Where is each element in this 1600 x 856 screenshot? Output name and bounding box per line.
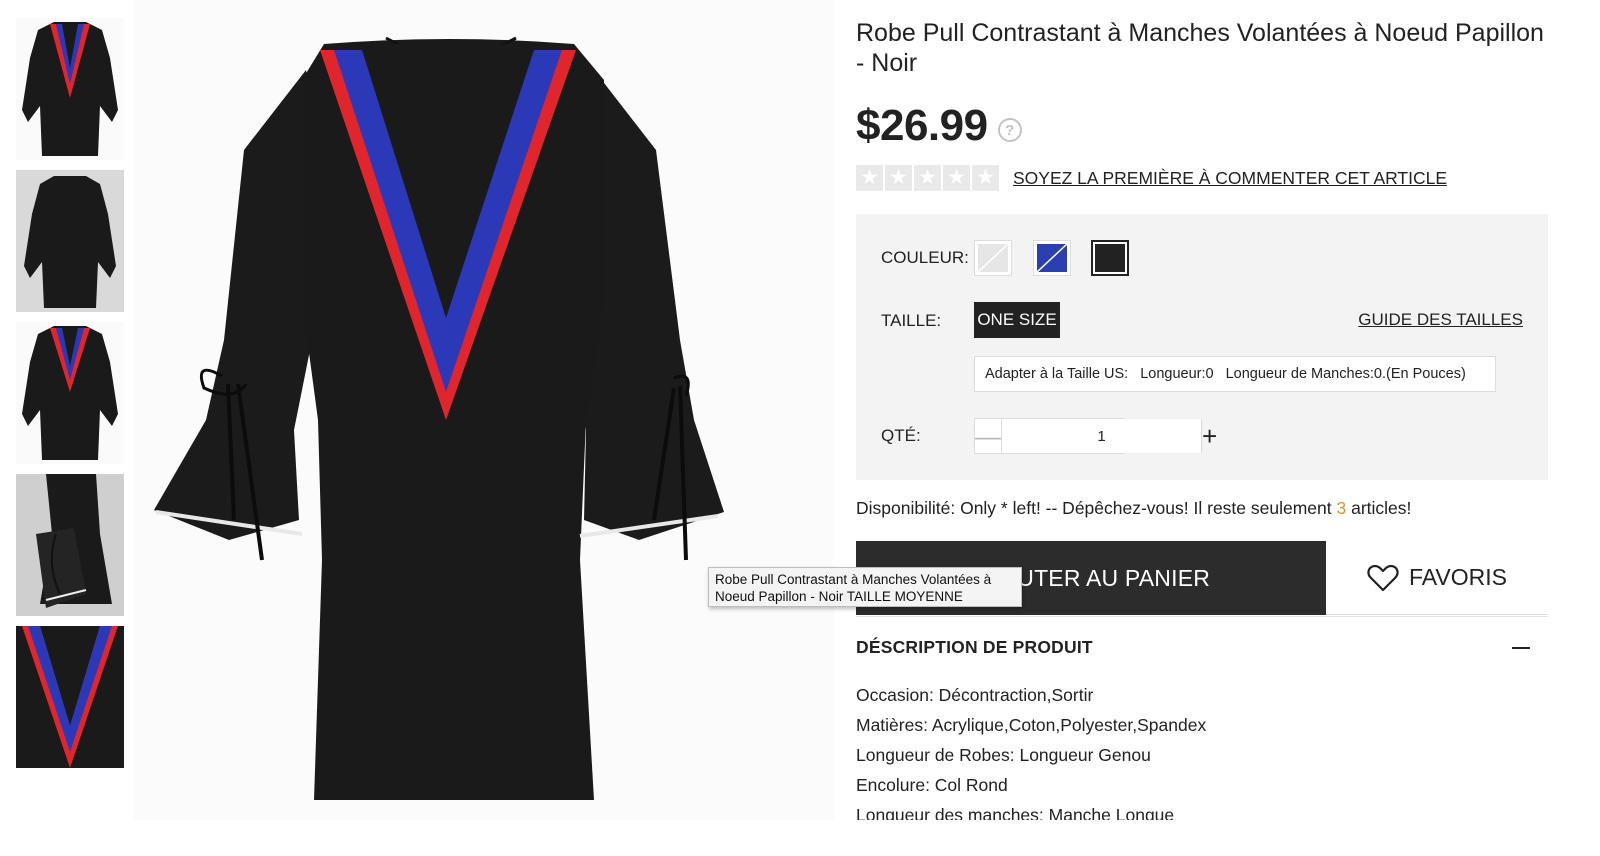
quantity-increase-button[interactable]: +: [1201, 419, 1217, 453]
write-review-link[interactable]: SOYEZ LA PREMIÈRE À COMMENTER CET ARTICL…: [1013, 168, 1447, 189]
main-product-image[interactable]: [134, 0, 834, 820]
tooltip-line-2: Noeud Papillon - Noir TAILLE MOYENNE: [715, 589, 963, 604]
description-title: DÉSCRIPTION DE PRODUIT: [856, 637, 1093, 657]
star-icon: ★: [943, 165, 970, 191]
color-label: COULEUR:: [881, 248, 969, 267]
quantity-label: QTÉ:: [881, 426, 921, 445]
color-swatch-light-grey[interactable]: [974, 240, 1012, 276]
heart-icon: [1367, 564, 1399, 591]
dress-front-thumb-image: [22, 22, 118, 156]
favorites-button[interactable]: FAVORIS: [1326, 541, 1548, 615]
availability-prefix: Disponibilité: Only * left! -- Dépêchez-…: [856, 498, 1337, 518]
dress-front-alt-thumb-image: [22, 326, 118, 460]
description-header[interactable]: DÉSCRIPTION DE PRODUIT: [856, 616, 1548, 678]
tooltip-line-1: Robe Pull Contrastant à Manches Volantée…: [715, 572, 992, 587]
product-options-panel: COULEUR: TAILLE: ONE SIZE GUIDE DES TAIL…: [856, 214, 1548, 480]
star-icon: ★: [856, 165, 883, 191]
quantity-decrease-button[interactable]: —: [975, 419, 1002, 453]
description-item: Longueur des manches: Manche Longue: [856, 805, 1175, 820]
description-item: Matières: Acrylique,Coton,Polyester,Span…: [856, 715, 1207, 735]
rating-row: ★ ★ ★ ★ ★ SOYEZ LA PREMIÈRE À COMMENTER …: [856, 164, 1447, 192]
dress-side-thumb-image: [16, 474, 124, 616]
product-title: Robe Pull Contrastant à Manches Volantée…: [856, 19, 1544, 77]
image-title-tooltip: Robe Pull Contrastant à Manches Volantée…: [708, 567, 1022, 607]
collapse-icon[interactable]: [1512, 646, 1530, 649]
color-swatch-blue[interactable]: [1033, 240, 1071, 276]
size-guide-link[interactable]: GUIDE DES TAILLES: [1358, 310, 1523, 330]
description-item: Longueur de Robes: Longueur Genou: [856, 745, 1151, 765]
availability-text: Disponibilité: Only * left! -- Dépêchez-…: [856, 498, 1411, 519]
thumbnail-front[interactable]: [16, 18, 124, 160]
size-length: Longueur:0: [1140, 366, 1214, 382]
star-icon: ★: [972, 165, 999, 191]
dress-illustration: [154, 36, 724, 800]
thumbnail-stripe-detail[interactable]: [16, 626, 124, 768]
star-rating: ★ ★ ★ ★ ★: [856, 165, 1001, 191]
swatch-diagonal: [978, 244, 1008, 272]
stripe-detail-thumb-image: [16, 626, 124, 768]
help-icon[interactable]: ?: [997, 118, 1022, 142]
description-item: Encolure: Col Rond: [856, 775, 1008, 795]
size-sleeve-length: Longueur de Manches:0.(En Pouces): [1225, 366, 1466, 382]
availability-suffix: articles!: [1346, 498, 1412, 518]
quantity-input[interactable]: [1002, 419, 1201, 453]
product-price: $26.99: [856, 101, 988, 150]
color-swatch-black[interactable]: [1091, 240, 1129, 276]
star-icon: ★: [885, 165, 912, 191]
thumbnail-strip: [16, 18, 124, 778]
swatch-diagonal: [1037, 244, 1067, 272]
price-row: $26.99 ?: [856, 98, 1022, 154]
size-fit-label: Adapter à la Taille US:: [985, 366, 1129, 382]
stock-count: 3: [1336, 498, 1347, 518]
quantity-stepper: — +: [974, 418, 1217, 454]
size-info-box: Adapter à la Taille US: Longueur:0 Longu…: [974, 356, 1496, 392]
favorites-label: FAVORIS: [1409, 564, 1507, 590]
description-item: Occasion: Décontraction,Sortir: [856, 685, 1094, 705]
dress-back-thumb-image: [24, 176, 116, 308]
thumbnail-side[interactable]: [16, 474, 124, 616]
description-list: Occasion: Décontraction,Sortir Matières:…: [856, 680, 1548, 820]
size-label: TAILLE:: [881, 311, 942, 330]
star-icon: ★: [914, 165, 941, 191]
thumbnail-front-alt[interactable]: [16, 322, 124, 464]
thumbnail-back[interactable]: [16, 170, 124, 312]
size-option-one-size[interactable]: ONE SIZE: [974, 302, 1060, 338]
